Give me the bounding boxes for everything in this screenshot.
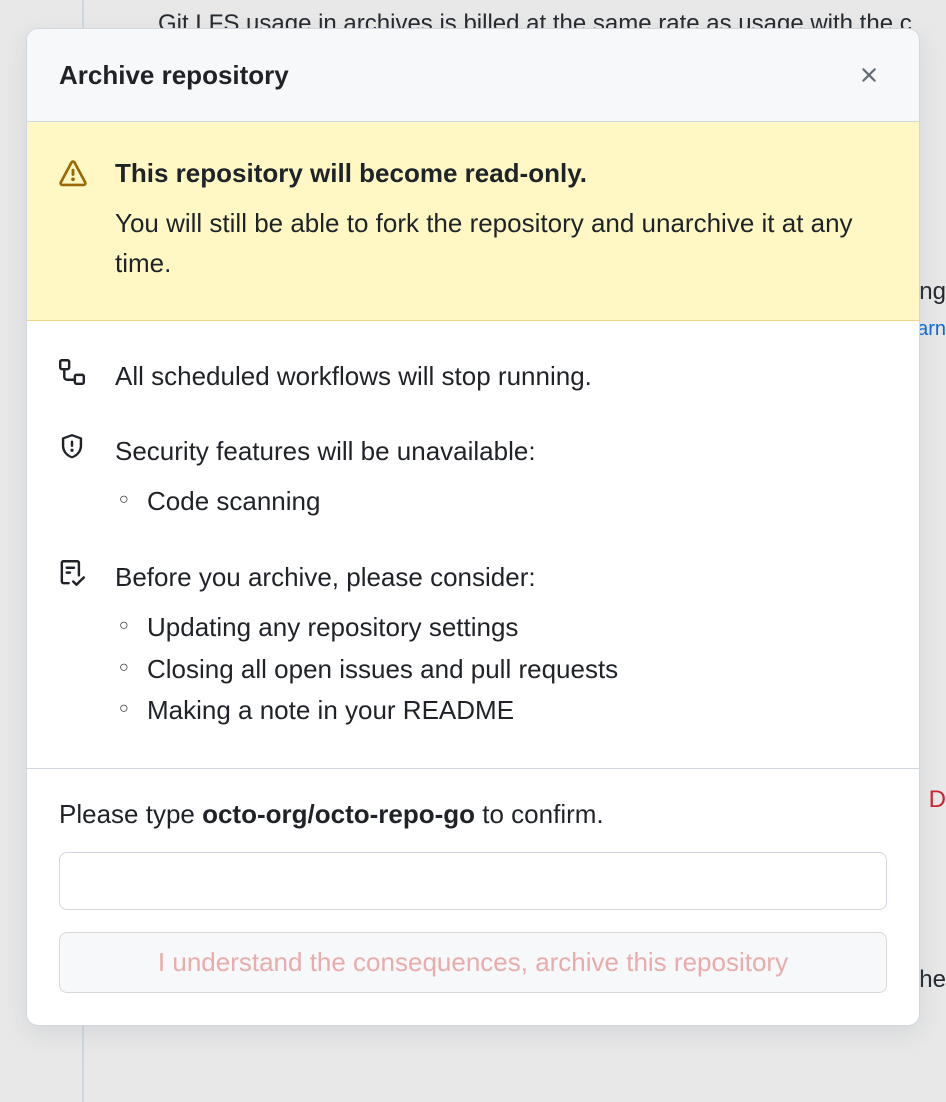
list-item: Updating any repository settings: [115, 607, 887, 649]
list-item: Making a note in your README: [115, 690, 887, 732]
workflows-text: All scheduled workflows will stop runnin…: [115, 357, 887, 396]
confirm-section: Please type octo-org/octo-repo-go to con…: [27, 769, 919, 1025]
confirm-prefix: Please type: [59, 799, 202, 829]
checklist-icon: [59, 560, 87, 586]
confirm-prompt: Please type octo-org/octo-repo-go to con…: [59, 799, 887, 830]
security-list: Code scanning: [115, 481, 887, 523]
confirm-repo-name: octo-org/octo-repo-go: [202, 799, 475, 829]
security-heading: Security features will be unavailable:: [115, 432, 887, 471]
list-item: Closing all open issues and pull request…: [115, 649, 887, 691]
close-icon: [857, 63, 881, 87]
consider-heading: Before you archive, please consider:: [115, 558, 887, 597]
warning-title: This repository will become read-only.: [115, 158, 887, 189]
consider-info: Before you archive, please consider: Upd…: [59, 558, 887, 732]
confirm-input[interactable]: [59, 852, 887, 910]
modal-title: Archive repository: [59, 60, 289, 91]
workflow-icon: [59, 359, 87, 385]
shield-icon: [59, 434, 87, 460]
info-section: All scheduled workflows will stop runnin…: [27, 321, 919, 769]
warning-banner: This repository will become read-only. Y…: [27, 122, 919, 321]
security-info: Security features will be unavailable: C…: [59, 432, 887, 523]
workflows-info: All scheduled workflows will stop runnin…: [59, 357, 887, 396]
warning-description: You will still be able to fork the repos…: [115, 203, 887, 284]
archive-confirm-button[interactable]: I understand the consequences, archive t…: [59, 932, 887, 993]
alert-icon: [59, 160, 87, 188]
modal-header: Archive repository: [27, 29, 919, 122]
close-button[interactable]: [851, 57, 887, 93]
list-item: Code scanning: [115, 481, 887, 523]
confirm-suffix: to confirm.: [475, 799, 604, 829]
consider-list: Updating any repository settings Closing…: [115, 607, 887, 732]
archive-repository-modal: Archive repository This rep: [26, 28, 920, 1026]
